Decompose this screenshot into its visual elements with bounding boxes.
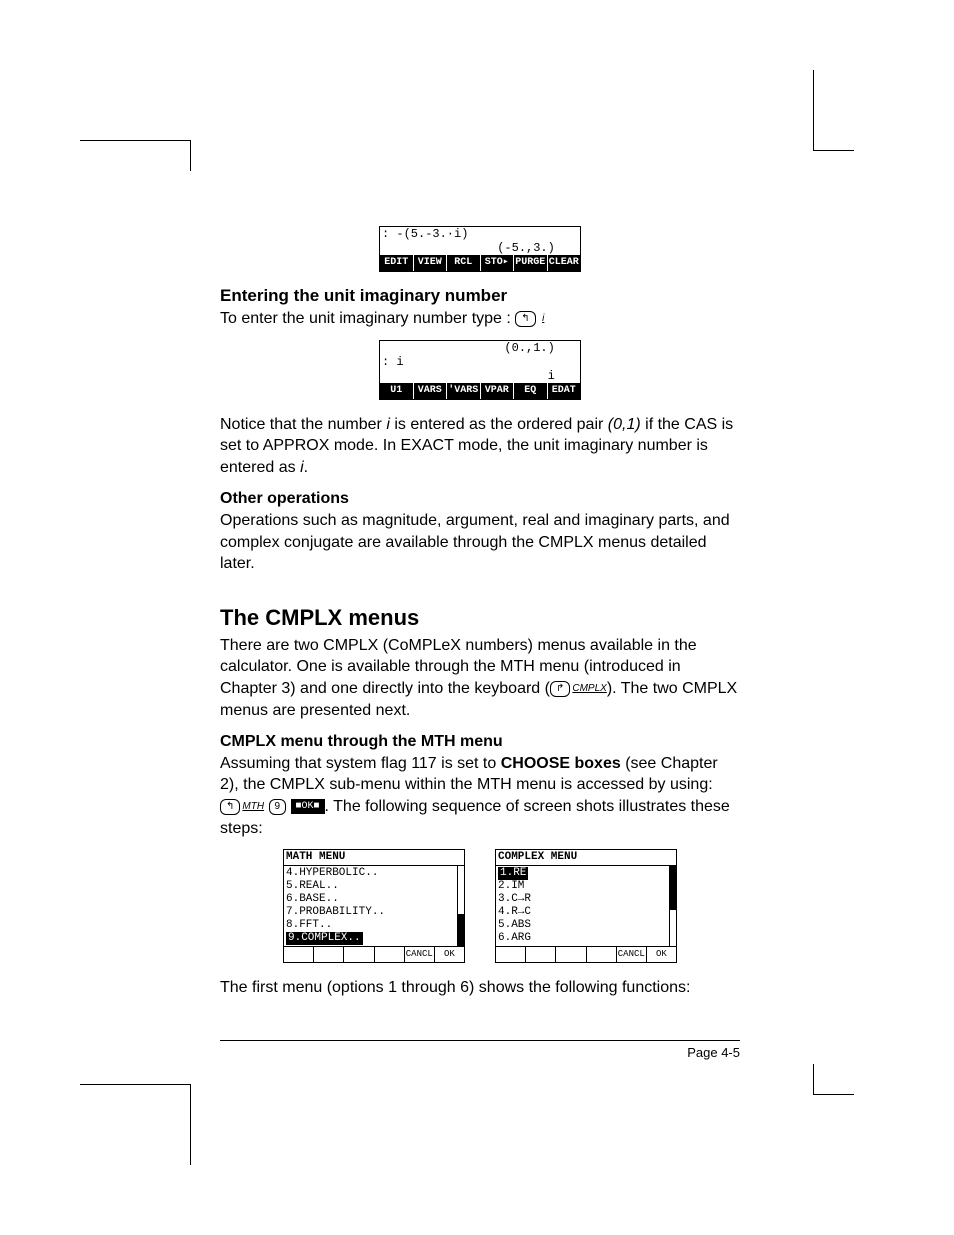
softkey: U1 — [380, 383, 414, 399]
cmplx-mth-title: CMPLX menu through the MTH menu — [220, 733, 503, 750]
crop-mark-bottom-right — [813, 1064, 854, 1095]
softkey: VARS — [414, 383, 448, 399]
crop-mark-bottom-left — [80, 1084, 191, 1165]
other-operations: Other operations Operations such as magn… — [220, 488, 740, 574]
menu-item-selected: 9.COMPLEX.. — [286, 932, 363, 945]
i-key-label: i — [542, 313, 544, 324]
heading-cmplx-menus: The CMPLX menus — [220, 605, 740, 631]
calc2-line2: : i — [380, 355, 580, 369]
calc1-line1: : -(5.-3.·i) — [380, 227, 580, 241]
softkey: EDIT — [380, 255, 414, 271]
menu-item: 7.PROBABILITY.. — [286, 906, 462, 919]
intro-paragraph: To enter the unit imaginary number type … — [220, 308, 740, 330]
menu-item: 8.FFT.. — [286, 919, 462, 932]
right-shift-key-icon: ↱ — [550, 681, 570, 697]
page-content: : -(5.-3.·i) (-5.,3.) EDIT VIEW RCL STO▸… — [220, 220, 740, 1009]
softkey: VPAR — [481, 383, 515, 399]
softkey: PURGE — [514, 255, 548, 271]
page-number: Page 4-5 — [687, 1045, 740, 1060]
menu-title: MATH MENU — [284, 850, 464, 866]
softkey: EDAT — [548, 383, 581, 399]
page-footer: Page 4-5 — [220, 1040, 740, 1060]
menu-item: 5.ABS — [498, 919, 674, 932]
other-ops-body: Operations such as magnitude, argument, … — [220, 512, 730, 572]
cmplx-mth-section: CMPLX menu through the MTH menu Assuming… — [220, 731, 740, 839]
scrollbar — [457, 866, 464, 946]
closing-paragraph: The first menu (options 1 through 6) sho… — [220, 977, 740, 999]
complex-menu-screenshot: COMPLEX MENU 1.RE 2.IM 3.C→R 4.R→C 5.ABS… — [495, 849, 677, 963]
softkey: EQ — [514, 383, 548, 399]
scrollbar — [669, 866, 676, 946]
calc2-line1: (0.,1.) — [380, 341, 580, 355]
menu-item: 4.R→C — [498, 906, 674, 919]
softkey: CLEAR — [548, 255, 581, 271]
menu-screenshots: MATH MENU 4.HYPERBOLIC.. 5.REAL.. 6.BASE… — [220, 849, 740, 963]
calc1-line2: (-5.,3.) — [380, 241, 580, 255]
menu-softkeys: CANCL OK — [284, 946, 464, 962]
menu-item: 4.HYPERBOLIC.. — [286, 867, 462, 880]
menu-softkeys: CANCL OK — [496, 946, 676, 962]
calc-screenshot-1: : -(5.-3.·i) (-5.,3.) EDIT VIEW RCL STO▸… — [220, 226, 740, 272]
calc-screenshot-2: (0.,1.) : i i U1 VARS 'VARS VPAR EQ EDAT — [220, 340, 740, 400]
softkey: STO▸ — [481, 255, 515, 271]
menu-item: 3.C→R — [498, 893, 674, 906]
math-menu-screenshot: MATH MENU 4.HYPERBOLIC.. 5.REAL.. 6.BASE… — [283, 849, 465, 963]
intro-text: To enter the unit imaginary number type … — [220, 310, 515, 327]
mth-key-label: MTH — [242, 801, 264, 812]
left-shift-key-icon: ↰ — [220, 799, 240, 815]
softkey: RCL — [447, 255, 481, 271]
nine-key-icon: 9 — [269, 799, 287, 815]
notice-paragraph: Notice that the number i is entered as t… — [220, 414, 740, 479]
ok-softkey-icon: ■OK■ — [291, 799, 325, 815]
menu-item: 6.BASE.. — [286, 893, 462, 906]
crop-mark-top-right — [813, 70, 854, 151]
cmplx-intro: There are two CMPLX (CoMPLeX numbers) me… — [220, 635, 740, 721]
menu-item: 2.IM — [498, 880, 674, 893]
calc2-softkeys: U1 VARS 'VARS VPAR EQ EDAT — [380, 383, 580, 399]
menu-title: COMPLEX MENU — [496, 850, 676, 866]
left-shift-key-icon: ↰ — [515, 311, 535, 327]
crop-mark-top-left — [80, 140, 191, 171]
calc2-line3: i — [380, 369, 580, 383]
menu-item-selected: 1.RE — [498, 867, 528, 880]
softkey: VIEW — [414, 255, 448, 271]
calc1-softkeys: EDIT VIEW RCL STO▸ PURGE CLEAR — [380, 255, 580, 271]
softkey: 'VARS — [447, 383, 481, 399]
other-ops-title: Other operations — [220, 490, 349, 507]
section-heading-imaginary: Entering the unit imaginary number — [220, 286, 740, 306]
cmplx-key-label: CMPLX — [572, 683, 606, 694]
menu-item: 6.ARG — [498, 932, 674, 945]
menu-item: 5.REAL.. — [286, 880, 462, 893]
